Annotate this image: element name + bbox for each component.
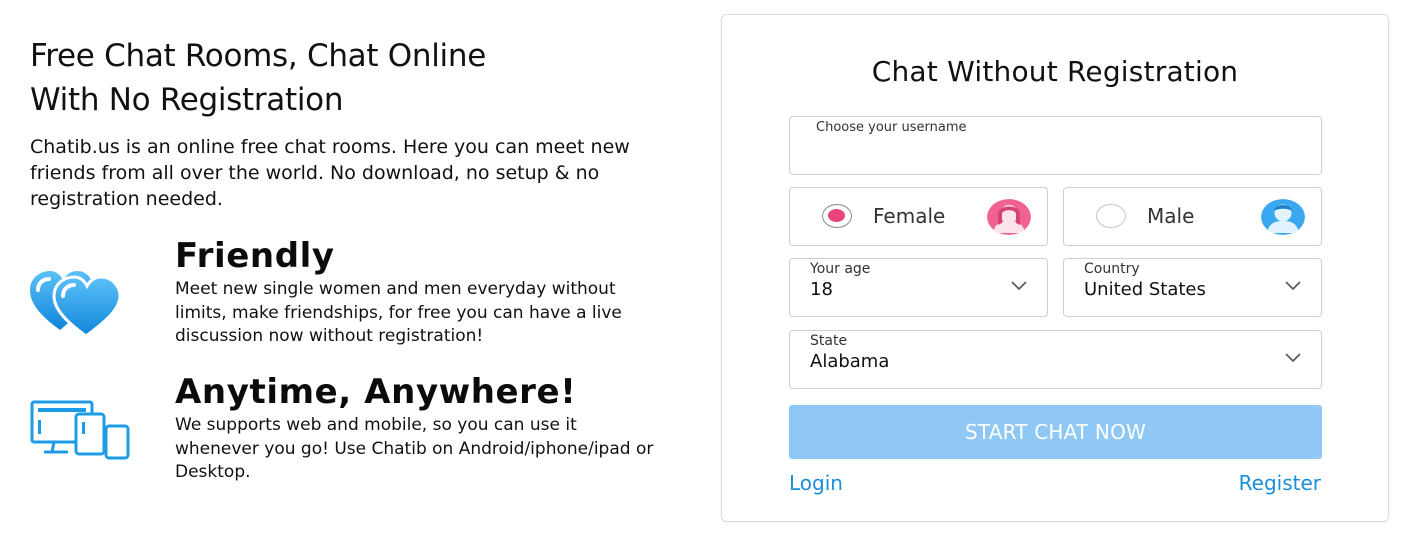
state-value: Alabama	[810, 351, 890, 372]
username-label: Choose your username	[816, 120, 967, 135]
intro-section: Free Chat Rooms, Chat Online With No Reg…	[30, 34, 670, 482]
feature-friendly-title: Friendly	[175, 236, 335, 276]
feature-friendly-text: Meet new single women and men everyday w…	[175, 279, 622, 346]
username-input[interactable]	[816, 139, 1296, 169]
chevron-down-icon	[1285, 281, 1301, 291]
start-chat-button[interactable]: START CHAT NOW	[789, 405, 1322, 459]
intro-description: Chatib.us is an online free chat rooms. …	[30, 136, 630, 210]
female-radio[interactable]	[822, 204, 852, 228]
age-select[interactable]: Your age 18	[789, 258, 1048, 317]
male-avatar-icon	[1261, 199, 1305, 235]
male-radio[interactable]	[1096, 204, 1126, 228]
username-field[interactable]: Choose your username	[789, 116, 1322, 175]
page-title-line1: Free Chat Rooms, Chat Online	[30, 38, 486, 74]
register-link[interactable]: Register	[1239, 471, 1321, 495]
gender-female-option[interactable]: Female	[789, 187, 1048, 246]
page-title: Free Chat Rooms, Chat Online With No Reg…	[30, 34, 670, 122]
country-select[interactable]: Country United States	[1063, 258, 1322, 317]
page-title-line2: With No Registration	[30, 82, 344, 118]
gender-male-option[interactable]: Male	[1063, 187, 1322, 246]
devices-icon	[30, 400, 130, 466]
state-select[interactable]: State Alabama	[789, 330, 1322, 389]
female-avatar-icon	[987, 199, 1031, 235]
login-link[interactable]: Login	[789, 471, 843, 495]
chevron-down-icon	[1011, 281, 1027, 291]
country-value: United States	[1084, 279, 1206, 300]
female-label: Female	[873, 204, 946, 228]
age-value: 18	[810, 279, 833, 300]
feature-anytime-title: Anytime, Anywhere!	[175, 372, 577, 412]
hearts-icon	[30, 270, 122, 342]
age-label: Your age	[810, 261, 871, 277]
chat-form-card: Chat Without Registration Choose your us…	[721, 14, 1389, 522]
country-label: Country	[1084, 261, 1140, 277]
male-label: Male	[1147, 204, 1195, 228]
form-title: Chat Without Registration	[871, 55, 1239, 88]
state-label: State	[810, 333, 848, 349]
feature-anytime-text: We supports web and mobile, so you can u…	[175, 415, 654, 482]
chevron-down-icon	[1285, 353, 1301, 363]
